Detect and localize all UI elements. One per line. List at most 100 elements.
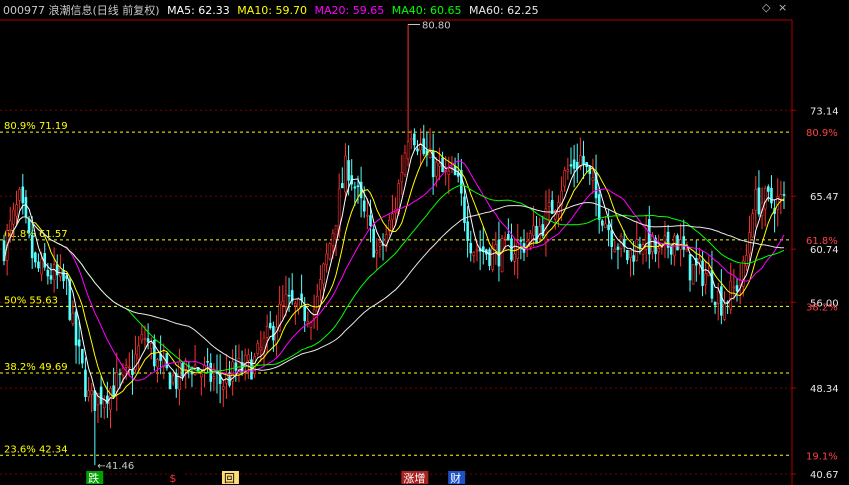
candle-body xyxy=(669,246,673,255)
candle-body xyxy=(566,169,570,172)
candle-body xyxy=(77,339,81,347)
fib-right-label: 19.1% xyxy=(806,451,838,462)
ma40-line xyxy=(3,184,785,374)
candle-body xyxy=(767,186,770,192)
candle-body xyxy=(90,390,94,395)
candle-body xyxy=(688,254,692,281)
candle-body xyxy=(416,148,419,152)
candle-body xyxy=(610,230,614,247)
candle-body xyxy=(137,345,140,360)
candle-body xyxy=(406,141,410,160)
candle-body xyxy=(93,390,97,411)
candle-body xyxy=(713,301,717,306)
candle-body xyxy=(46,269,50,277)
candle-body xyxy=(638,243,642,249)
candle-body xyxy=(328,243,332,260)
low-label: ←41.46 xyxy=(97,461,134,472)
candle-body xyxy=(40,258,43,275)
event-label: 财 xyxy=(450,471,461,485)
candle-body xyxy=(413,133,416,146)
candle-body xyxy=(303,306,307,322)
candle-body xyxy=(156,359,159,368)
candle-body xyxy=(297,298,300,310)
candle-body xyxy=(434,161,438,177)
candle-body xyxy=(15,204,18,217)
candle-body xyxy=(748,232,751,255)
candle-body xyxy=(475,249,479,252)
candle-body xyxy=(720,286,723,316)
candle-body xyxy=(247,354,250,361)
candle-body xyxy=(469,242,473,254)
candle-body xyxy=(391,213,394,220)
candle-body xyxy=(544,208,548,243)
event-label: $ xyxy=(169,472,176,485)
candle-body xyxy=(616,246,620,250)
candle-body xyxy=(716,290,720,304)
candle-body xyxy=(341,183,344,189)
candle-body xyxy=(353,186,357,189)
fib-left-label: 80.9% 71.19 xyxy=(4,121,68,132)
candle-body xyxy=(8,220,12,231)
ma10-line xyxy=(3,149,785,399)
candle-body xyxy=(221,386,225,390)
candle-body xyxy=(569,164,573,167)
candle-body xyxy=(319,279,322,291)
candle-body xyxy=(378,242,382,247)
candle-body xyxy=(99,386,103,405)
candle-body xyxy=(547,202,551,207)
candle-body xyxy=(228,376,231,386)
candle-body xyxy=(500,238,504,273)
price-tick-label: 40.67 xyxy=(810,470,839,481)
candle-body xyxy=(74,311,78,346)
candle-body xyxy=(648,219,651,255)
ma20-line xyxy=(3,160,785,381)
candle-body xyxy=(591,177,595,181)
candle-body xyxy=(212,376,216,379)
candle-body xyxy=(582,156,585,165)
candle-body xyxy=(507,233,510,241)
candle-body xyxy=(265,326,269,338)
candle-body xyxy=(632,255,635,262)
candle-body xyxy=(253,356,256,375)
candle-body xyxy=(34,252,37,263)
candle-body xyxy=(685,248,689,252)
candle-body xyxy=(745,255,748,267)
candle-body xyxy=(322,263,325,285)
candle-body xyxy=(306,320,310,324)
candle-body xyxy=(52,264,56,281)
candle-body xyxy=(466,221,469,241)
candle-body xyxy=(503,236,507,240)
candle-body xyxy=(663,235,667,242)
candle-body xyxy=(532,225,535,236)
candle-body xyxy=(782,194,786,196)
candlestick-chart: 73.1465.4760.7456.0048.3440.6780.9% 71.1… xyxy=(0,19,839,485)
candle-body xyxy=(259,346,263,351)
candle-body xyxy=(146,338,150,343)
candle-body xyxy=(375,250,379,254)
candle-body xyxy=(30,234,34,259)
candle-body xyxy=(604,223,607,229)
fib-left-label: 23.6% 42.34 xyxy=(4,444,68,455)
price-tick-label: 73.14 xyxy=(810,106,839,117)
candle-body xyxy=(27,218,31,233)
candle-body xyxy=(698,258,701,263)
candle-body xyxy=(294,303,297,306)
candle-body xyxy=(516,242,520,259)
candle-body xyxy=(447,170,451,175)
candle-body xyxy=(200,373,203,378)
candle-body xyxy=(763,188,767,210)
candle-body xyxy=(701,260,704,286)
candle-body xyxy=(55,264,59,276)
candle-body xyxy=(121,367,125,376)
candle-body xyxy=(770,187,773,204)
candle-body xyxy=(535,225,538,244)
candle-body xyxy=(519,239,523,242)
candle-body xyxy=(325,253,328,266)
candle-body xyxy=(287,294,291,297)
candle-body xyxy=(738,280,742,286)
candle-body xyxy=(118,373,122,375)
candle-body xyxy=(49,275,53,280)
candle-body xyxy=(18,189,21,201)
candle-body xyxy=(272,325,275,341)
candle-body xyxy=(206,360,209,363)
